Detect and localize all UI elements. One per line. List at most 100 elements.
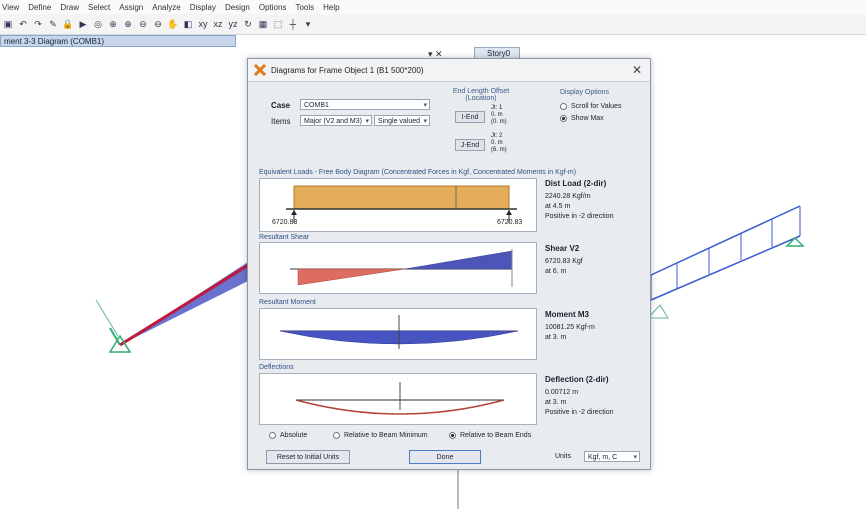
shear-value: 6720.83 Kgf <box>545 258 583 265</box>
jend-button[interactable]: J-End <box>455 139 485 151</box>
frame-diagram-dialog: Diagrams for Frame Object 1 (B1 500*200)… <box>247 58 651 470</box>
view-yz-button[interactable]: yz <box>227 18 239 30</box>
relative-ends-label: Relative to Beam Ends <box>460 432 532 439</box>
relative-min-radio[interactable]: Relative to Beam Minimum <box>333 432 428 439</box>
zoom-previous-icon[interactable]: ⊖ <box>152 18 164 30</box>
jend-offset: 0. m <box>491 140 503 146</box>
deflection-heading: Deflections <box>259 364 294 371</box>
zoom-window-icon[interactable]: ⊕ <box>122 18 134 30</box>
menu-design[interactable]: Design <box>225 3 250 12</box>
document-tab-diagram[interactable]: ment 3-3 Diagram (COMB1) <box>0 35 236 47</box>
zoom-out-icon[interactable]: ⊖ <box>137 18 149 30</box>
menu-tools[interactable]: Tools <box>295 3 314 12</box>
show-max-radio[interactable]: Show Max <box>560 115 604 122</box>
grid-icon[interactable]: ▦ <box>257 18 269 30</box>
dialog-title: Diagrams for Frame Object 1 (B1 500*200) <box>271 65 424 75</box>
shear-title: Shear V2 <box>545 244 580 253</box>
jend-values: Jt: 2 0. m (6. m) <box>491 133 507 154</box>
menu-assign[interactable]: Assign <box>119 3 143 12</box>
shear-at: at 6. m <box>545 268 567 275</box>
moment-info: Moment M3 10081.25 Kgf-m at 3. m <box>545 310 641 343</box>
support-icon <box>108 334 132 353</box>
rotate-icon[interactable]: ↻ <box>242 18 254 30</box>
jend-location: (6. m) <box>491 147 507 153</box>
moment-panel <box>259 308 537 360</box>
pan-icon[interactable]: ✋ <box>167 18 179 30</box>
shear-panel <box>259 242 537 294</box>
deflection-panel <box>259 373 537 425</box>
items-select[interactable]: Major (V2 and M3) <box>300 115 372 127</box>
radio-dot-selected <box>560 115 567 122</box>
view-3d-icon[interactable]: ◧ <box>182 18 194 30</box>
case-select[interactable]: COMB1 <box>300 99 430 111</box>
pencil-icon[interactable]: ✎ <box>47 18 59 30</box>
absolute-radio[interactable]: Absolute <box>269 432 307 439</box>
deflection-dir: Positive in -2 direction <box>545 409 614 416</box>
zoom-in-icon[interactable]: ⊕ <box>107 18 119 30</box>
equiv-loads-diagram <box>286 185 517 223</box>
end-length-title: End Length Offset (Location) <box>452 88 510 102</box>
scroll-values-label: Scroll for Values <box>571 103 622 110</box>
target-icon[interactable]: ◎ <box>92 18 104 30</box>
redo-icon[interactable]: ↷ <box>32 18 44 30</box>
radio-dot-selected <box>449 432 456 439</box>
right-beam-diagram <box>646 205 805 319</box>
toolbar: ▣ ↶ ↷ ✎ 🔒 ▶ ◎ ⊕ ⊕ ⊖ ⊖ ✋ ◧ xy xz yz ↻ ▦ ⬚… <box>0 14 866 35</box>
deflection-value: 0.00712 m <box>545 389 579 396</box>
done-button[interactable]: Done <box>409 450 481 464</box>
menu-view[interactable]: View <box>2 3 19 12</box>
radio-dot <box>269 432 276 439</box>
menu-bar: View Define Draw Select Assign Analyze D… <box>0 0 866 14</box>
app-logo-icon <box>254 64 266 76</box>
dropdown-icon[interactable]: ▾ <box>302 18 314 30</box>
shear-info: Shear V2 6720.83 Kgf at 6. m <box>545 244 641 277</box>
radio-dot <box>333 432 340 439</box>
deflection-title: Deflection (2-dir) <box>545 375 609 384</box>
iend-button[interactable]: I-End <box>455 111 485 123</box>
scroll-values-radio[interactable]: Scroll for Values <box>560 103 621 110</box>
dist-load-title: Dist Load (2-dir) <box>545 179 607 188</box>
menu-options[interactable]: Options <box>259 3 287 12</box>
view-xy-button[interactable]: xy <box>197 18 209 30</box>
equiv-loads-panel: 6720.83 6720.83 <box>259 178 537 232</box>
menu-draw[interactable]: Draw <box>60 3 79 12</box>
shear-diagram <box>290 249 513 287</box>
menu-analyze[interactable]: Analyze <box>152 3 180 12</box>
section-icon[interactable]: ┼ <box>287 18 299 30</box>
iend-offset: 0. m <box>491 112 503 118</box>
equiv-right-value: 6720.83 <box>497 219 523 226</box>
radio-dot <box>560 103 567 110</box>
moment-at: at 3. m <box>545 334 567 341</box>
new-model-icon[interactable]: ▣ <box>2 18 14 30</box>
equiv-loads-heading: Equivalent Loads - Free Body Diagram (Co… <box>259 169 577 176</box>
units-label: Units <box>555 453 571 460</box>
reset-units-button[interactable]: Reset to Initial Units <box>266 450 350 464</box>
run-icon[interactable]: ▶ <box>77 18 89 30</box>
support-icon <box>785 236 805 247</box>
dist-load-dir: Positive in -2 direction <box>545 213 614 220</box>
dialog-titlebar: Diagrams for Frame Object 1 (B1 500*200)… <box>248 59 650 82</box>
iend-values: Jt: 1 0. m (0. m) <box>491 105 507 126</box>
relative-ends-radio[interactable]: Relative to Beam Ends <box>449 432 531 439</box>
view-xz-button[interactable]: xz <box>212 18 224 30</box>
menu-select[interactable]: Select <box>88 3 110 12</box>
items-mode-select[interactable]: Single valued <box>374 115 430 127</box>
menu-display[interactable]: Display <box>190 3 216 12</box>
dist-load-at: at 4.5 m <box>545 203 571 210</box>
deflection-info: Deflection (2-dir) 0.00712 m at 3. m Pos… <box>545 375 641 418</box>
show-max-label: Show Max <box>571 115 604 122</box>
menu-define[interactable]: Define <box>28 3 51 12</box>
left-beam-diagram <box>95 262 251 353</box>
lock-icon[interactable]: 🔒 <box>62 18 74 30</box>
units-select[interactable]: Kgf, m, C <box>584 451 640 463</box>
select-icon[interactable]: ⬚ <box>272 18 284 30</box>
moment-heading: Resultant Moment <box>259 299 316 306</box>
jend-joint: Jt: 2 <box>491 133 503 139</box>
close-icon[interactable]: ✕ <box>632 63 642 77</box>
undo-icon[interactable]: ↶ <box>17 18 29 30</box>
deflection-diagram <box>295 382 505 415</box>
items-label: Items <box>271 117 291 126</box>
relative-min-label: Relative to Beam Minimum <box>344 432 428 439</box>
equiv-left-value: 6720.83 <box>272 219 298 226</box>
menu-help[interactable]: Help <box>323 3 339 12</box>
